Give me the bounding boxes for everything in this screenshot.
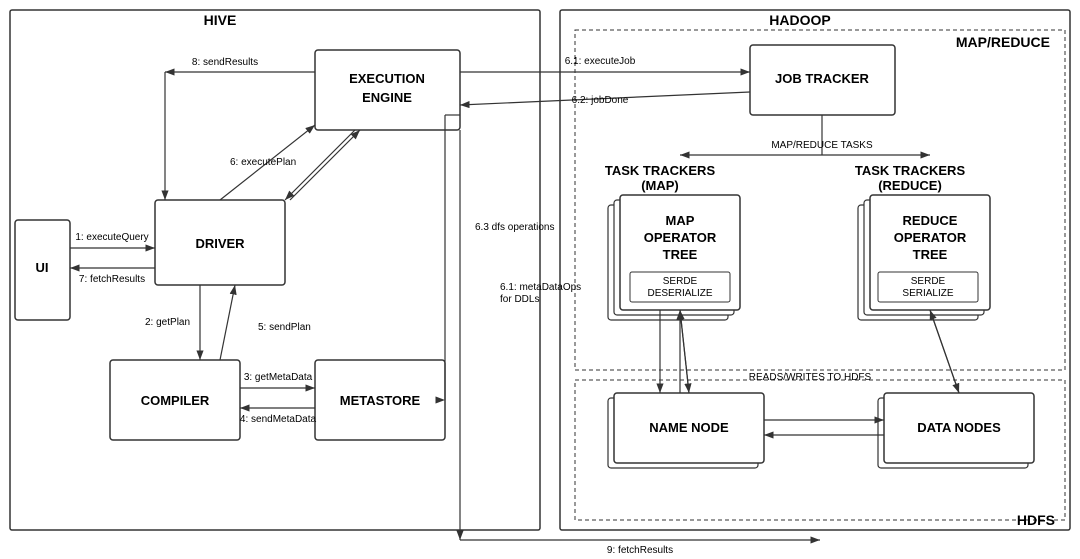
arrow-1-label: 1: executeQuery — [75, 232, 148, 243]
reads-writes-label: READS/WRITES TO HDFS — [749, 372, 872, 383]
arrow-8-label: 8: sendResults — [192, 57, 258, 68]
map-operator-tree-box: MAP — [666, 213, 695, 228]
arrow-2-label: 2: getPlan — [145, 317, 190, 328]
driver-box: DRIVER — [195, 236, 245, 251]
arrow-3-label: 3: getMetaData — [244, 372, 313, 383]
compiler-box: COMPILER — [141, 393, 210, 408]
reduce-operator-tree-box: REDUCE — [903, 213, 958, 228]
execution-engine-box2: ENGINE — [362, 90, 412, 105]
task-trackers-map-label: TASK TRACKERS — [605, 163, 716, 178]
mapreduce-label: MAP/REDUCE — [956, 34, 1050, 50]
serde-deserialize-label: SERDE — [663, 276, 698, 287]
data-nodes-box: DATA NODES — [917, 420, 1001, 435]
arrow-7-label: 7: fetchResults — [79, 274, 145, 285]
task-trackers-reduce-label: TASK TRACKERS — [855, 163, 966, 178]
hadoop-label: HADOOP — [769, 12, 830, 28]
metastore-box: METASTORE — [340, 393, 421, 408]
name-node-box: NAME NODE — [649, 420, 729, 435]
ui-box: UI — [36, 260, 49, 275]
arrow-6-label: 6: executePlan — [230, 157, 296, 168]
task-trackers-reduce-label2: (REDUCE) — [878, 178, 942, 193]
arrow-5-label: 5: sendPlan — [258, 322, 311, 333]
arrow-62-label: 6.2: jobDone — [572, 95, 629, 106]
map-operator-tree-box3: TREE — [663, 247, 698, 262]
arrow-61-label: 6.1: executeJob — [565, 56, 636, 67]
hive-label: HIVE — [204, 12, 237, 28]
execution-engine-box: EXECUTION — [349, 71, 425, 86]
hdfs-label: HDFS — [1017, 512, 1055, 528]
reduce-operator-tree-box3: TREE — [913, 247, 948, 262]
reduce-operator-tree-box2: OPERATOR — [894, 230, 967, 245]
serde-serialize-label: SERDE — [911, 276, 946, 287]
serde-serialize-label2: SERIALIZE — [902, 288, 953, 299]
map-operator-tree-box2: OPERATOR — [644, 230, 717, 245]
task-trackers-map-label2: (MAP) — [641, 178, 679, 193]
arrow-63-label: 6.3 dfs operations — [475, 222, 555, 233]
mapreduce-tasks-label: MAP/REDUCE TASKS — [771, 140, 873, 151]
arrow-4-label: 4: sendMetaData — [240, 414, 317, 425]
arrow-61b-label: 6.1: metaDataOps — [500, 282, 581, 293]
job-tracker-box: JOB TRACKER — [775, 71, 870, 86]
arrow-61b-label2: for DDLs — [500, 294, 539, 305]
serde-deserialize-label2: DESERIALIZE — [647, 288, 712, 299]
arrow-9-label: 9: fetchResults — [607, 545, 673, 556]
